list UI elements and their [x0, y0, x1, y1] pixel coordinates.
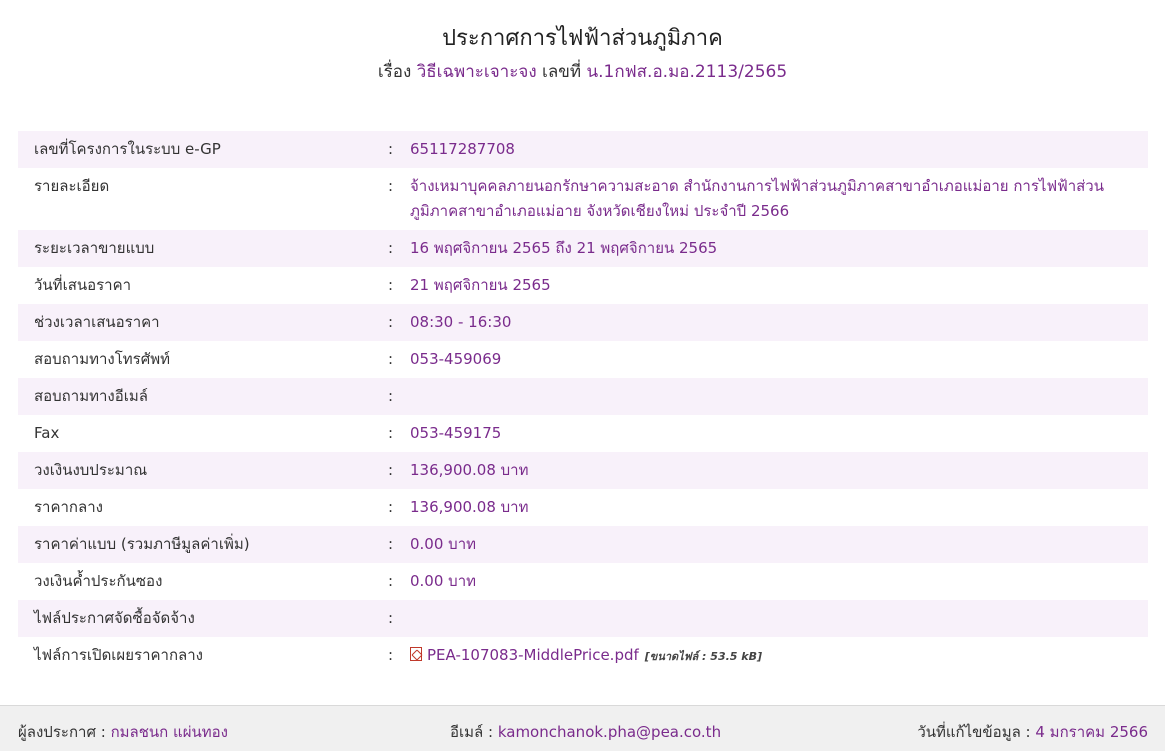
row-phone: สอบถามทางโทรศัพท์ : 053-459069 [18, 341, 1148, 378]
row-label: สอบถามทางอีเมล์ [34, 387, 148, 405]
row-colon: : [388, 387, 394, 405]
middle-price-file-link[interactable]: PEA-107083-MiddlePrice.pdf [427, 646, 639, 664]
row-budget: วงเงินงบประมาณ : 136,900.08 บาท [18, 452, 1148, 489]
row-colon: : [388, 609, 394, 627]
row-label: สอบถามทางโทรศัพท์ [34, 350, 171, 368]
row-value: PEA-107083-MiddlePrice.pdf [ขนาดไฟล์ : 53… [410, 643, 1148, 669]
number-prefix: เลขที่ [542, 62, 582, 82]
row-label: ระยะเวลาขายแบบ [34, 239, 155, 257]
subject-prefix: เรื่อง [377, 62, 412, 82]
row-egp-number: เลขที่โครงการในระบบ e-GP : 65117287708 [18, 131, 1148, 168]
pdf-icon [410, 647, 422, 661]
announcement-subtitle: เรื่อง วิธีเฉพาะเจาะจง เลขที่ น.1กฟส.อ.ม… [0, 60, 1165, 84]
row-value: 136,900.08 บาท [410, 498, 529, 516]
row-label: ราคาค่าแบบ (รวมภาษีมูลค่าเพิ่ม) [34, 535, 250, 553]
row-value: 08:30 - 16:30 [410, 313, 512, 331]
row-label: ช่วงเวลาเสนอราคา [34, 313, 160, 331]
announcer-label: ผู้ลงประกาศ : [18, 723, 106, 741]
row-colon: : [388, 424, 394, 442]
row-colon: : [388, 498, 394, 516]
announcer-name: กมลชนก แผ่นทอง [110, 723, 228, 741]
row-bid-guarantee: วงเงินค้ำประกันซอง : 0.00 บาท [18, 563, 1148, 600]
row-middle-price: ราคากลาง : 136,900.08 บาท [18, 489, 1148, 526]
email-info: อีเมล์ : kamonchanok.pha@pea.co.th [450, 720, 721, 744]
row-colon: : [388, 276, 394, 294]
page-title: ประกาศการไฟฟ้าส่วนภูมิภาค [442, 26, 723, 51]
row-value: 65117287708 [410, 140, 515, 158]
row-value: 16 พฤศจิกายน 2565 ถึง 21 พฤศจิกายน 2565 [410, 239, 718, 257]
row-label: Fax [34, 424, 60, 442]
file-size: [ขนาดไฟล์ : 53.5 kB] [644, 650, 762, 663]
row-label: วันที่เสนอราคา [34, 276, 132, 294]
row-details: รายละเอียด : จ้างเหมาบุคคลภายนอกรักษาควา… [18, 168, 1148, 230]
procurement-method: วิธีเฉพาะเจาะจง [416, 62, 537, 82]
row-procurement-file: ไฟล์ประกาศจัดซื้อจัดจ้าง : [18, 600, 1148, 637]
row-label: ไฟล์ประกาศจัดซื้อจัดจ้าง [34, 609, 195, 627]
email-label: อีเมล์ : [450, 723, 494, 741]
row-middle-price-file: ไฟล์การเปิดเผยราคากลาง : PEA-107083-Midd… [18, 637, 1148, 675]
row-label: ราคากลาง [34, 498, 103, 516]
row-value: 21 พฤศจิกายน 2565 [410, 276, 551, 294]
updated-info: วันที่แก้ไขข้อมูล : 4 มกราคม 2566 [917, 720, 1148, 744]
row-sale-period: ระยะเวลาขายแบบ : 16 พฤศจิกายน 2565 ถึง 2… [18, 230, 1148, 267]
announcement-number: น.1กฟส.อ.มอ.2113/2565 [586, 62, 788, 82]
row-value: 053-459175 [410, 424, 502, 442]
row-value: 0.00 บาท [410, 535, 476, 553]
row-label: วงเงินงบประมาณ [34, 461, 148, 479]
footer: ผู้ลงประกาศ : กมลชนก แผ่นทอง อีเมล์ : ka… [0, 705, 1165, 751]
row-value: จ้างเหมาบุคคลภายนอกรักษาความสะอาด สำนักง… [410, 177, 1104, 220]
updated-date: 4 มกราคม 2566 [1035, 723, 1148, 741]
row-bid-time: ช่วงเวลาเสนอราคา : 08:30 - 16:30 [18, 304, 1148, 341]
row-colon: : [388, 313, 394, 331]
row-colon: : [388, 177, 394, 195]
announcer-info: ผู้ลงประกาศ : กมลชนก แผ่นทอง [18, 720, 228, 744]
updated-label: วันที่แก้ไขข้อมูล : [917, 723, 1031, 741]
row-label: วงเงินค้ำประกันซอง [34, 572, 163, 590]
project-details-table: เลขที่โครงการในระบบ e-GP : 65117287708 ร… [18, 131, 1148, 675]
row-label: ไฟล์การเปิดเผยราคากลาง [34, 646, 203, 664]
row-colon: : [388, 535, 394, 553]
row-colon: : [388, 572, 394, 590]
row-label: รายละเอียด [34, 177, 110, 195]
row-colon: : [388, 140, 394, 158]
row-email: สอบถามทางอีเมล์ : [18, 378, 1148, 415]
announcement-header: ประกาศการไฟฟ้าส่วนภูมิภาค เรื่อง วิธีเฉพ… [0, 0, 1165, 84]
row-colon: : [388, 239, 394, 257]
row-colon: : [388, 646, 394, 664]
announcer-email: kamonchanok.pha@pea.co.th [497, 723, 722, 741]
row-value: 053-459069 [410, 350, 502, 368]
row-colon: : [388, 461, 394, 479]
row-fax: Fax : 053-459175 [18, 415, 1148, 452]
row-value: 136,900.08 บาท [410, 461, 529, 479]
row-document-price: ราคาค่าแบบ (รวมภาษีมูลค่าเพิ่ม) : 0.00 บ… [18, 526, 1148, 563]
row-label: เลขที่โครงการในระบบ e-GP [34, 140, 221, 158]
row-colon: : [388, 350, 394, 368]
row-bid-date: วันที่เสนอราคา : 21 พฤศจิกายน 2565 [18, 267, 1148, 304]
row-value: 0.00 บาท [410, 572, 476, 590]
